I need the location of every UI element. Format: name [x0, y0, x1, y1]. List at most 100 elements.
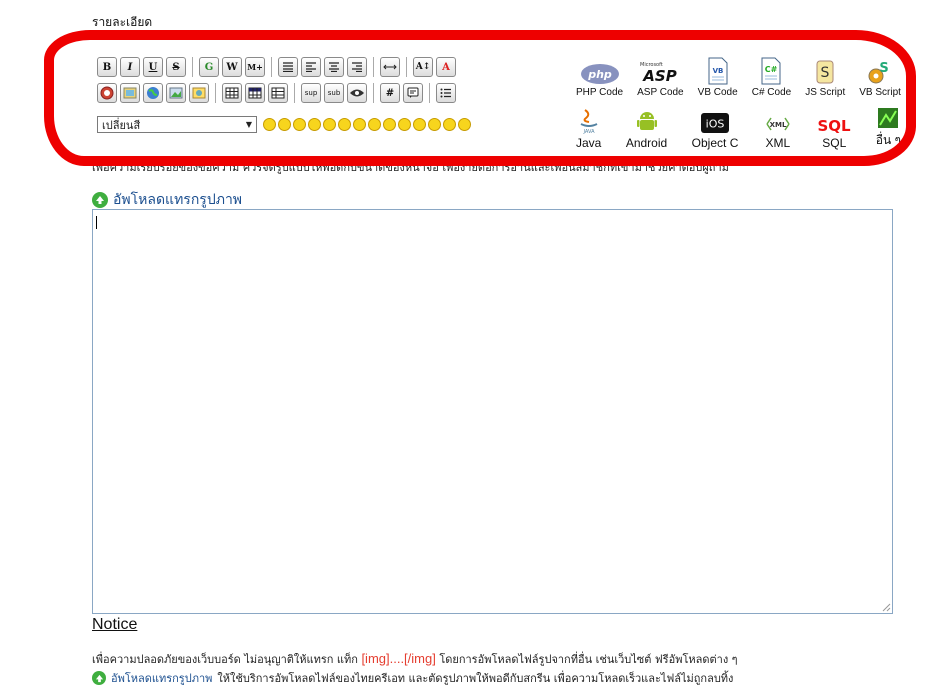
- insert-image-button[interactable]: [166, 83, 186, 103]
- js-script-label: JS Script: [805, 87, 846, 98]
- smiley-icon[interactable]: [428, 118, 441, 131]
- align-right-button[interactable]: [347, 57, 367, 77]
- toolbar-separator: [294, 83, 295, 103]
- hash-button[interactable]: #: [380, 83, 400, 103]
- bold-button[interactable]: B: [97, 57, 117, 77]
- xml-button[interactable]: XML XML: [763, 98, 793, 150]
- smiley-icon[interactable]: [323, 118, 336, 131]
- java-button[interactable]: JAVA Java: [576, 98, 601, 150]
- asp-code-button[interactable]: Microsoft ASP ASP Code: [637, 50, 684, 98]
- superscript-button[interactable]: sup: [301, 83, 321, 103]
- insert-photo-button[interactable]: [189, 83, 209, 103]
- csharp-code-label: C# Code: [751, 87, 792, 98]
- insert-flash-button[interactable]: [97, 83, 117, 103]
- smiley-icon[interactable]: [383, 118, 396, 131]
- svg-text:php: php: [587, 68, 612, 81]
- align-right-icon: [351, 62, 363, 72]
- vb-script-button[interactable]: S VB Script: [859, 50, 901, 98]
- underline-label: U: [148, 61, 158, 73]
- js-scroll-icon: S: [814, 59, 836, 85]
- table-button[interactable]: [222, 83, 242, 103]
- android-button[interactable]: Android: [626, 98, 667, 150]
- table-icon: [225, 87, 239, 99]
- strike-button[interactable]: S: [166, 57, 186, 77]
- sql-label: SQL: [822, 136, 847, 150]
- smiley-icon[interactable]: [458, 118, 471, 131]
- horizontal-rule-button[interactable]: [380, 57, 400, 77]
- toolbar-separator: [429, 83, 430, 103]
- wikipedia-button[interactable]: W: [222, 57, 242, 77]
- spoiler-button[interactable]: [347, 83, 367, 103]
- underline-button[interactable]: U: [143, 57, 163, 77]
- php-code-button[interactable]: php PHP Code: [576, 50, 623, 98]
- smiley-icon[interactable]: [293, 118, 306, 131]
- flash-icon: [100, 86, 114, 100]
- color-smiley-row: เปลี่ยนสี ▼: [97, 116, 471, 133]
- smiley-icon[interactable]: [443, 118, 456, 131]
- color-select[interactable]: เปลี่ยนสี ▼: [97, 116, 257, 133]
- align-justify-icon: [282, 62, 294, 72]
- vb-script-label: VB Script: [859, 87, 901, 98]
- table-header-button[interactable]: [245, 83, 265, 103]
- upload-image-label: อัพโหลดแทรกรูปภาพ: [113, 192, 243, 208]
- align-left-button[interactable]: [301, 57, 321, 77]
- insert-video-button[interactable]: [120, 83, 140, 103]
- smiley-icon[interactable]: [353, 118, 366, 131]
- font-size-button[interactable]: A↕: [413, 57, 433, 77]
- list-button[interactable]: [436, 83, 456, 103]
- smiley-icon[interactable]: [278, 118, 291, 131]
- svg-text:S: S: [879, 61, 888, 76]
- smiley-icon[interactable]: [263, 118, 276, 131]
- code-button-grid: php PHP Code Microsoft ASP ASP Code VB VB Code…: [576, 50, 901, 150]
- toolbar-row-2: sup sub #: [97, 83, 456, 103]
- smiley-list: [263, 118, 471, 131]
- java-logo-icon: JAVA: [577, 108, 601, 134]
- font-color-button[interactable]: A: [436, 57, 456, 77]
- google-button[interactable]: G: [199, 57, 219, 77]
- vb-code-button[interactable]: VB VB Code: [698, 50, 738, 98]
- smiley-icon[interactable]: [398, 118, 411, 131]
- php-code-label: PHP Code: [576, 87, 624, 98]
- other-button[interactable]: อื่น ๆ: [876, 98, 901, 150]
- chevron-down-icon: ▼: [245, 120, 252, 129]
- smiley-icon[interactable]: [308, 118, 321, 131]
- java-label: Java: [576, 136, 602, 150]
- horizontal-rule-icon: [383, 62, 397, 72]
- message-textarea[interactable]: [92, 209, 893, 614]
- android-logo-icon: [636, 110, 658, 134]
- align-justify-button[interactable]: [278, 57, 298, 77]
- notice-title: Notice: [92, 616, 138, 633]
- subscript-button[interactable]: sub: [324, 83, 344, 103]
- smiley-icon[interactable]: [368, 118, 381, 131]
- smiley-icon[interactable]: [413, 118, 426, 131]
- vbs-gear-icon: S: [867, 59, 893, 85]
- resize-handle-icon[interactable]: [882, 603, 891, 612]
- object-c-button[interactable]: iOS Object C: [692, 98, 738, 150]
- notice-line-1: เพื่อความปลอดภัยของเว็บบอร์ด ไม่อนุญาติใ…: [92, 650, 738, 668]
- csharp-code-button[interactable]: C# C# Code: [752, 50, 791, 98]
- bold-label: B: [102, 61, 112, 73]
- notice-upload-link[interactable]: อัพโหลดแทรกรูปภาพ: [111, 669, 212, 687]
- quote-button[interactable]: [403, 83, 423, 103]
- toolbar-row-1: B I U S G W M+ A↕ A: [97, 57, 456, 77]
- more-label: M+: [247, 62, 263, 72]
- upload-image-link[interactable]: อัพโหลดแทรกรูปภาพ: [92, 189, 242, 211]
- italic-button[interactable]: I: [120, 57, 140, 77]
- image-icon: [169, 86, 183, 100]
- font-size-label: A↕: [415, 62, 431, 72]
- insert-link-button[interactable]: [143, 83, 163, 103]
- sql-button[interactable]: SQL SQL: [817, 98, 852, 150]
- js-script-button[interactable]: S JS Script: [805, 50, 845, 98]
- details-label: รายละเอียด: [92, 15, 153, 29]
- code-row-2: JAVA Java Android iOS Object C XML XML SQL SQL อื…: [576, 98, 901, 150]
- table-header-icon: [248, 87, 262, 99]
- ios-logo-icon: iOS: [700, 112, 730, 134]
- quote-icon: [407, 87, 419, 99]
- font-color-label: A: [442, 61, 450, 73]
- smiley-icon[interactable]: [338, 118, 351, 131]
- formatting-hint: เพื่อความเรียบร้อยของข้อความ ควรจัดรูปแบ…: [92, 161, 729, 174]
- more-button[interactable]: M+: [245, 57, 265, 77]
- align-center-button[interactable]: [324, 57, 344, 77]
- table-cell-icon: [271, 87, 285, 99]
- table-cell-button[interactable]: [268, 83, 288, 103]
